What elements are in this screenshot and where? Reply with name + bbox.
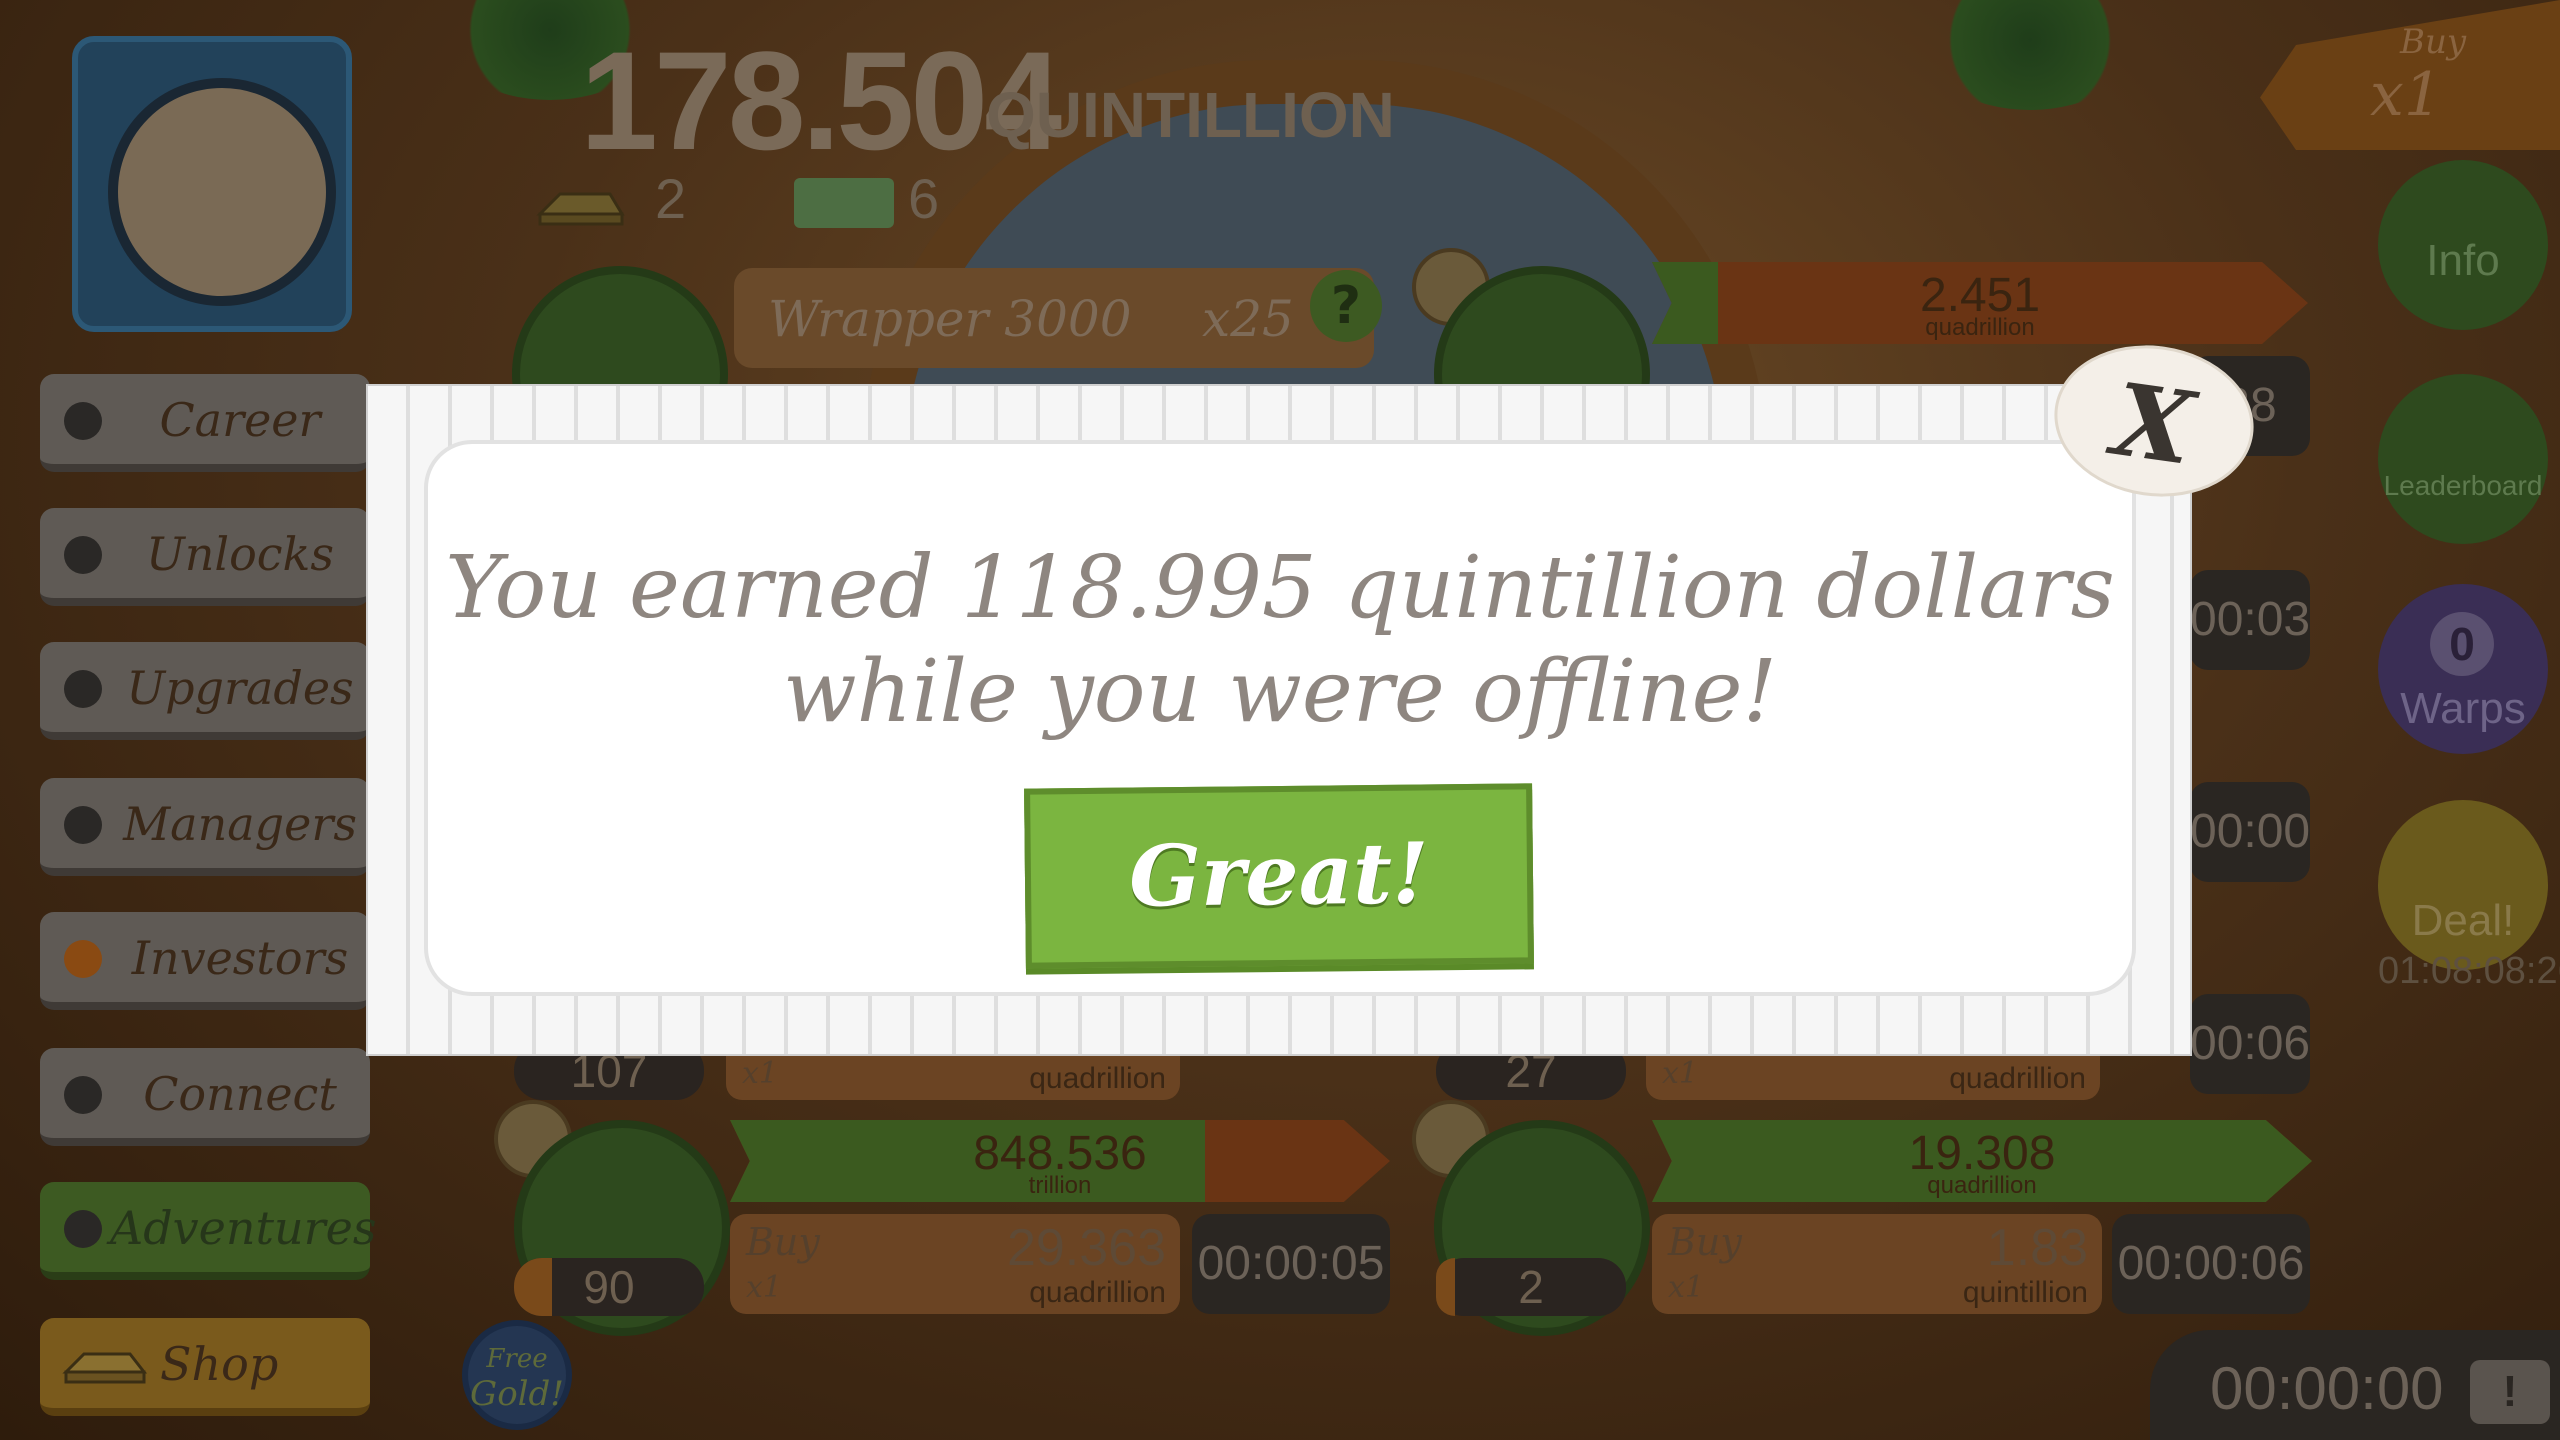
- business-progress-bar: 848.536 trillion: [730, 1120, 1390, 1202]
- sidebar-item-label: Upgrades: [126, 661, 354, 715]
- free-gold-line2: Gold!: [470, 1374, 564, 1414]
- message-line-1: You earned 118.995 quintillion dollars: [445, 538, 2115, 638]
- sidebar-item-label: Shop: [160, 1337, 279, 1391]
- buy-label: Buy: [1668, 1220, 1742, 1264]
- bottom-timer: 00:00:00: [2210, 1355, 2444, 1422]
- sidebar-item-label: Adventures: [110, 1201, 377, 1255]
- business-income-unit: trillion: [1028, 1172, 1092, 1199]
- sidebar-item-upgrades[interactable]: Upgrades: [40, 642, 370, 740]
- sidebar-item-connect[interactable]: Connect: [40, 1048, 370, 1146]
- status-led: [64, 402, 102, 440]
- buy-business-button[interactable]: Buy x1 1.83 quintillion: [1652, 1214, 2102, 1314]
- featured-business-name: Wrapper 3000: [768, 290, 1132, 348]
- leaderboard-label: Leaderboard: [2383, 470, 2543, 501]
- business-timer: 00:03: [2190, 570, 2310, 670]
- level-progress-fill: [514, 1258, 552, 1316]
- buy-cost-unit: quadrillion: [1029, 1276, 1166, 1309]
- megaticket-count: 6: [908, 167, 940, 230]
- featured-business-header: Wrapper 3000 x25: [734, 268, 1374, 368]
- buy-multiplier: x1: [742, 1056, 779, 1091]
- gold-bar-icon: [536, 192, 625, 226]
- buy-label: Buy: [746, 1220, 820, 1264]
- status-led: [64, 1210, 102, 1248]
- message-line-2: while you were offline!: [782, 642, 1778, 742]
- warps-button[interactable]: 0 Warps: [2378, 584, 2548, 754]
- sidebar-item-shop[interactable]: Shop: [40, 1318, 370, 1416]
- status-led: [64, 940, 102, 978]
- business-income-unit: quadrillion: [1927, 1172, 2037, 1199]
- money-unit: QUINTILLION: [986, 79, 1395, 151]
- buy-multiplier: x1: [746, 1270, 783, 1305]
- sidebar-item-adventures[interactable]: Adventures: [40, 1182, 377, 1280]
- player-avatar[interactable]: [72, 36, 352, 332]
- business-level: 90: [514, 1258, 704, 1316]
- buy-business-button[interactable]: Buy x1 29.363 quadrillion: [730, 1214, 1180, 1314]
- megaticket-icon: [794, 178, 894, 228]
- business-level-value: 2: [1518, 1261, 1544, 1313]
- status-led: [64, 1076, 102, 1114]
- warps-label: Warps: [2400, 684, 2526, 733]
- status-led: [64, 670, 102, 708]
- business-timer: 00:00: [2190, 782, 2310, 882]
- status-led: [64, 536, 102, 574]
- info-label: Info: [2426, 236, 2500, 285]
- sidebar-item-label: Connect: [143, 1067, 337, 1121]
- buy-cost-unit: quadrillion: [1029, 1062, 1166, 1095]
- buy-multiplier-label: Buy: [2400, 22, 2467, 62]
- avatar-face: [108, 78, 336, 306]
- deal-timer: 01:08:08:26: [2378, 950, 2560, 992]
- deal-label: Deal!: [2411, 896, 2515, 945]
- sidebar-item-career[interactable]: Career: [40, 374, 370, 472]
- business-timer: 00:00:06: [2112, 1214, 2310, 1314]
- business-progress-bar: 2.451 quadrillion: [1652, 262, 2308, 344]
- business-timer: 00:00:05: [1192, 1214, 1390, 1314]
- status-led: [64, 806, 102, 844]
- buy-multiplier: x1: [1668, 1270, 1705, 1305]
- featured-business-multiplier: x25: [1202, 290, 1294, 348]
- great-button[interactable]: Great!: [1024, 783, 1534, 969]
- warps-count: 0: [2430, 612, 2494, 676]
- sidebar-item-label: Career: [159, 393, 321, 447]
- sidebar-item-label: Investors: [131, 931, 349, 985]
- buy-cost-unit: quintillion: [1962, 1276, 2088, 1309]
- buy-multiplier: x1: [1662, 1056, 1699, 1091]
- business-income-unit: quadrillion: [1925, 314, 2035, 341]
- sidebar-item-investors[interactable]: Investors: [40, 912, 370, 1010]
- buy-multiplier-button[interactable]: Buy x1: [2260, 0, 2560, 150]
- free-gold-line1: Free: [486, 1344, 548, 1374]
- business-progress-bar: 19.308 quadrillion: [1652, 1120, 2312, 1202]
- gold-count: 2: [655, 167, 687, 230]
- buy-cost: 29.363: [1006, 1219, 1166, 1277]
- sidebar-item-label: Managers: [123, 797, 357, 851]
- sidebar-item-unlocks[interactable]: Unlocks: [40, 508, 370, 606]
- offline-earnings-message: You earned 118.995 quintillion dollars w…: [428, 536, 2132, 744]
- sidebar-item-managers[interactable]: Managers: [40, 778, 370, 876]
- info-button[interactable]: Info: [2378, 160, 2548, 330]
- level-progress-fill: [1436, 1258, 1455, 1316]
- buy-cost: 1.83: [1986, 1219, 2088, 1277]
- business-timer: 00:06: [2190, 994, 2310, 1094]
- sidebar-item-label: Unlocks: [145, 527, 335, 581]
- business-level: 2: [1436, 1258, 1626, 1316]
- bottom-timer-panel: 00:00:00 !: [2150, 1330, 2560, 1440]
- free-gold-button[interactable]: Free Gold!: [462, 1320, 572, 1430]
- leaderboard-button[interactable]: Leaderboard: [2378, 374, 2548, 544]
- buy-multiplier-amount: x1: [2370, 60, 2443, 130]
- buy-cost-unit: quadrillion: [1949, 1062, 2086, 1095]
- gold-bar-icon: [62, 1352, 148, 1384]
- holiday-wreath: [1920, 0, 2140, 110]
- business-level-value: 90: [583, 1261, 635, 1313]
- deal-button[interactable]: Deal!: [2378, 800, 2548, 970]
- help-icon[interactable]: ?: [1310, 270, 1382, 342]
- tv-ad-icon[interactable]: !: [2470, 1360, 2550, 1424]
